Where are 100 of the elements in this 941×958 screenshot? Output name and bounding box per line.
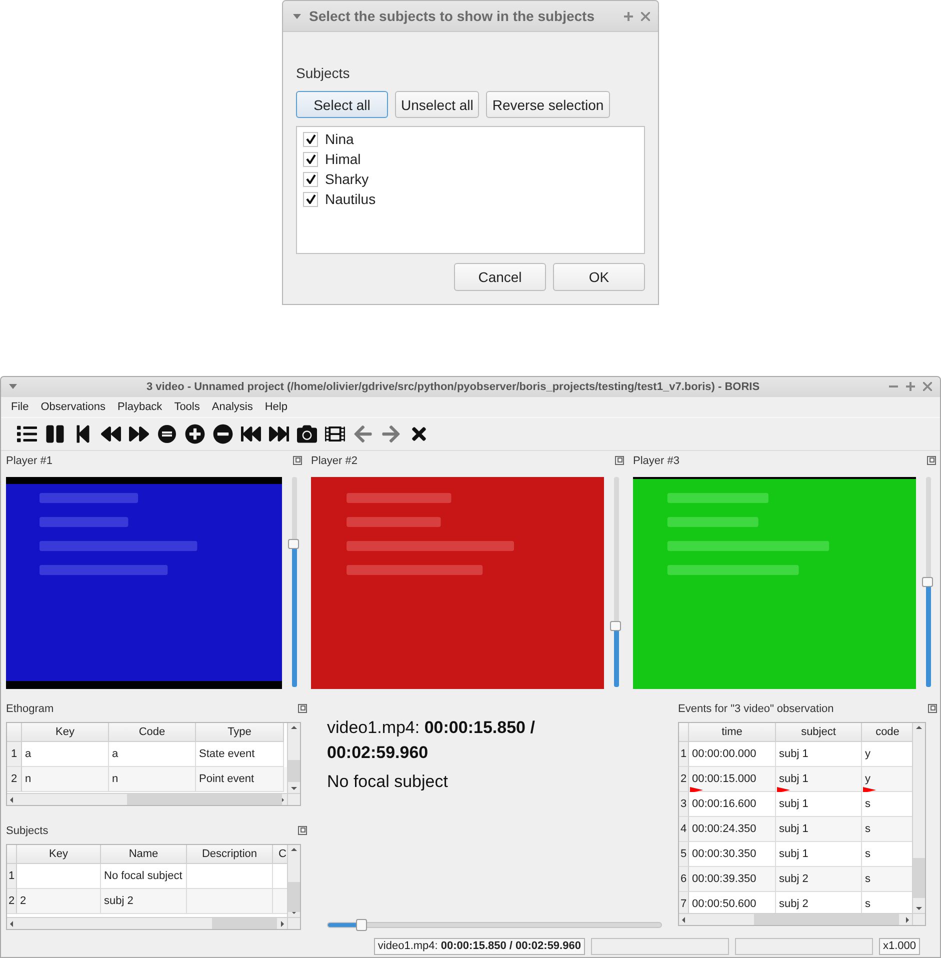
slider-handle[interactable] bbox=[288, 538, 299, 549]
column-header[interactable]: Code bbox=[109, 723, 196, 742]
minimize-icon[interactable] bbox=[889, 385, 898, 388]
column-header[interactable]: Name bbox=[101, 845, 187, 864]
float-icon[interactable] bbox=[298, 704, 307, 714]
skip-to-start-icon[interactable] bbox=[241, 424, 261, 444]
column-header[interactable]: time bbox=[689, 723, 776, 742]
slider-handle[interactable] bbox=[922, 576, 933, 587]
row-header[interactable]: 7 bbox=[679, 892, 689, 914]
table-row[interactable]: 6 00:00:39.350 subj 2 s bbox=[679, 867, 912, 892]
scrollbar-handle[interactable] bbox=[754, 914, 899, 926]
row-header[interactable]: 2 bbox=[679, 767, 689, 792]
menu-item[interactable]: Analysis bbox=[206, 400, 259, 413]
table-row[interactable]: 1 a a State event bbox=[7, 742, 287, 768]
table-row[interactable]: 7 00:00:50.600 subj 2 s bbox=[679, 892, 912, 914]
float-icon[interactable] bbox=[927, 456, 936, 466]
maximize-icon[interactable] bbox=[624, 12, 633, 20]
caret-icon[interactable] bbox=[293, 14, 301, 18]
camera-icon[interactable] bbox=[297, 424, 317, 444]
slider-handle[interactable] bbox=[610, 620, 621, 631]
maximize-icon[interactable] bbox=[906, 382, 915, 392]
menu-item[interactable]: Playback bbox=[112, 400, 168, 413]
vertical-scrollbar[interactable] bbox=[287, 845, 300, 918]
scrollbar-handle[interactable] bbox=[127, 794, 282, 806]
float-icon[interactable] bbox=[298, 826, 307, 836]
scrollbar-handle[interactable] bbox=[288, 882, 300, 912]
row-header[interactable]: 4 bbox=[679, 817, 689, 842]
timeline-slider[interactable] bbox=[327, 922, 662, 928]
horizontal-scrollbar[interactable] bbox=[7, 917, 287, 930]
scroll-down-icon[interactable] bbox=[291, 787, 297, 790]
table-row[interactable]: 1 No focal subject bbox=[7, 864, 287, 890]
row-header[interactable]: 2 bbox=[7, 767, 22, 792]
equals-circle-icon[interactable] bbox=[157, 424, 177, 444]
column-header[interactable]: code bbox=[862, 723, 912, 742]
ok-button[interactable]: OK bbox=[553, 263, 645, 291]
scroll-down-icon[interactable] bbox=[291, 911, 297, 914]
column-header[interactable]: subject bbox=[776, 723, 862, 742]
selection-button[interactable]: Reverse selection bbox=[486, 91, 610, 118]
rewind-icon[interactable] bbox=[101, 424, 121, 444]
scroll-right-icon[interactable] bbox=[281, 920, 284, 927]
menu-item[interactable]: Help bbox=[258, 400, 294, 413]
scroll-up-icon[interactable] bbox=[916, 726, 922, 730]
table-row[interactable]: 1 00:00:00.000 subj 1 y bbox=[679, 742, 912, 768]
menu-item[interactable]: Observations bbox=[34, 400, 112, 413]
window-title: 3 video - Unnamed project (/home/olivier/gdrive/src/python/pyobserver/boris_projects/testing/test1_v7.boris) - BORIS bbox=[145, 380, 761, 393]
scrollbar-corner bbox=[912, 913, 925, 926]
row-header[interactable]: 1 bbox=[7, 864, 17, 890]
slider-handle[interactable] bbox=[356, 919, 368, 932]
table-row[interactable]: 4 00:00:24.350 subj 1 s bbox=[679, 817, 912, 842]
row-header[interactable]: 1 bbox=[7, 742, 22, 768]
scroll-right-icon[interactable] bbox=[281, 796, 284, 803]
float-icon[interactable] bbox=[928, 704, 937, 714]
column-header[interactable]: Key bbox=[17, 845, 101, 864]
checkbox[interactable] bbox=[303, 152, 318, 166]
playback-speed: x1.000 bbox=[878, 938, 920, 956]
column-header[interactable]: Description bbox=[187, 845, 273, 864]
scrollbar-handle[interactable] bbox=[212, 918, 277, 930]
scroll-down-icon[interactable] bbox=[916, 907, 922, 910]
skip-to-end-icon[interactable] bbox=[269, 424, 289, 444]
cancel-button[interactable]: Cancel bbox=[454, 263, 546, 291]
checkbox[interactable] bbox=[303, 172, 318, 186]
column-header[interactable]: Key bbox=[22, 723, 109, 742]
row-header[interactable]: 2 bbox=[7, 889, 17, 914]
row-header[interactable]: 1 bbox=[679, 742, 689, 768]
float-icon[interactable] bbox=[293, 456, 302, 466]
scrollbar-handle[interactable] bbox=[913, 858, 925, 898]
caret-icon[interactable] bbox=[9, 384, 17, 390]
vertical-scrollbar[interactable] bbox=[912, 723, 925, 914]
pause-icon[interactable] bbox=[45, 424, 65, 444]
checkbox[interactable] bbox=[303, 132, 318, 146]
scroll-left-icon[interactable] bbox=[10, 796, 13, 803]
table-row[interactable]: 2 n n Point event bbox=[7, 767, 287, 792]
column-header[interactable]: C bbox=[273, 845, 287, 864]
row-header[interactable]: 3 bbox=[679, 792, 689, 818]
scroll-up-icon[interactable] bbox=[291, 726, 297, 730]
scroll-left-icon[interactable] bbox=[682, 916, 685, 923]
row-header[interactable]: 6 bbox=[679, 867, 689, 892]
scroll-left-icon[interactable] bbox=[10, 920, 13, 927]
menu-item[interactable]: File bbox=[5, 400, 35, 413]
table-row[interactable]: 5 00:00:30.350 subj 1 s bbox=[679, 842, 912, 868]
vertical-scrollbar[interactable] bbox=[287, 723, 300, 794]
table-row[interactable]: 2 00:00:15.000 subj 1 y bbox=[679, 767, 912, 792]
scroll-up-icon[interactable] bbox=[291, 848, 297, 852]
panel-title: Ethogram bbox=[6, 702, 54, 715]
list-icon[interactable] bbox=[17, 424, 37, 444]
fast-forward-icon[interactable] bbox=[129, 424, 149, 444]
film-icon[interactable] bbox=[325, 424, 345, 444]
scroll-right-icon[interactable] bbox=[906, 916, 909, 923]
column-header[interactable]: Type bbox=[196, 723, 284, 742]
row-header[interactable]: 5 bbox=[679, 842, 689, 868]
horizontal-scrollbar[interactable] bbox=[7, 793, 287, 806]
table-row[interactable]: 2 2 subj 2 bbox=[7, 889, 287, 914]
horizontal-scrollbar[interactable] bbox=[679, 913, 912, 926]
scrollbar-handle[interactable] bbox=[288, 760, 300, 782]
selection-button[interactable]: Unselect all bbox=[395, 91, 480, 118]
float-icon[interactable] bbox=[615, 456, 624, 466]
table-row[interactable]: 3 00:00:16.600 subj 1 s bbox=[679, 792, 912, 818]
selection-button[interactable]: Select all bbox=[296, 91, 388, 118]
menu-item[interactable]: Tools bbox=[168, 400, 206, 413]
checkbox[interactable] bbox=[303, 192, 318, 206]
